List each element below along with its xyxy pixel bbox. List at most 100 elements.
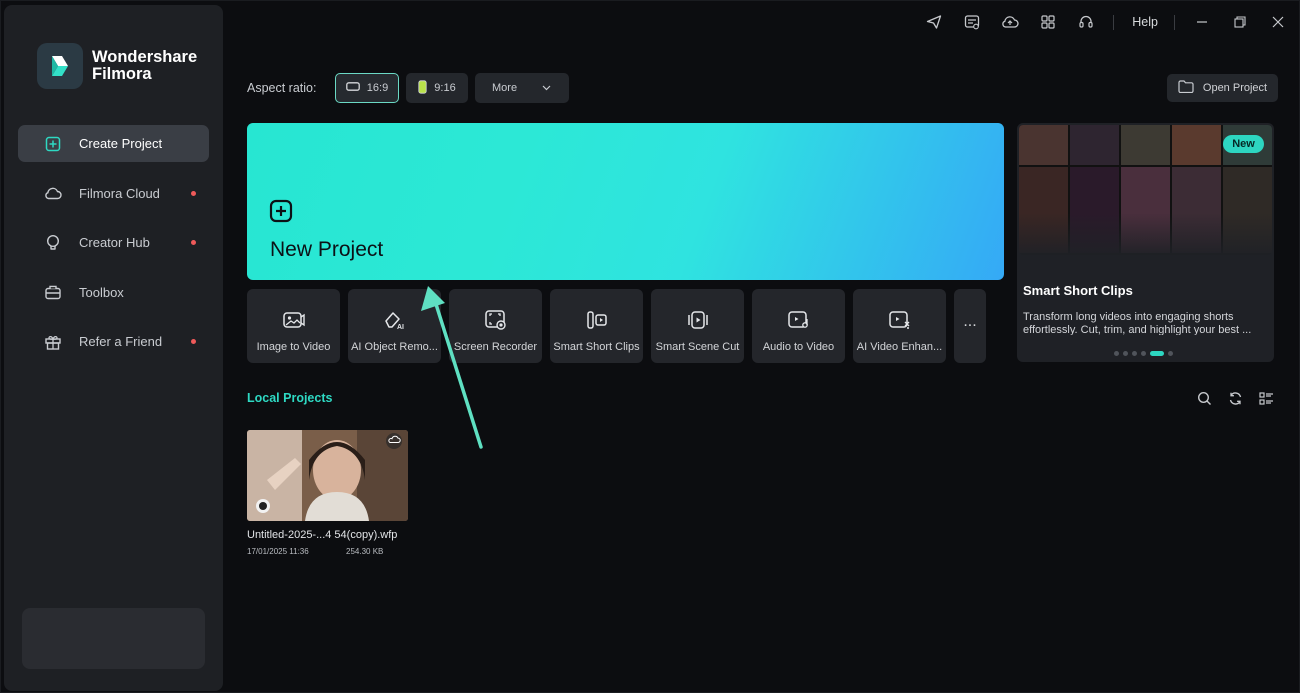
promo-title: Smart Short Clips [1023,283,1133,298]
carousel-dot[interactable] [1132,351,1137,356]
tool-image-to-video[interactable]: Image to Video [247,289,340,363]
promo-thumbnail [1172,125,1221,165]
app-name: Wondershare Filmora [92,49,197,83]
refresh-icon[interactable] [1227,390,1243,406]
carousel-dot[interactable] [1150,351,1164,356]
open-project-label: Open Project [1202,82,1268,94]
new-badge: New [1223,135,1264,153]
project-thumbnail[interactable] [247,430,408,521]
portrait-icon [418,79,427,97]
promo-thumbnail [1121,125,1170,165]
chevron-down-icon [542,82,551,94]
aspect-option-label: 16:9 [366,82,389,94]
sidebar-item-toolbox[interactable]: Toolbox [18,274,209,311]
tool-audio-to-video[interactable]: Audio to Video [752,289,845,363]
sidebar-item-label: Creator Hub [79,235,150,250]
project-thumbnail-image [247,430,408,521]
tool-label: AI Object Remo... [351,341,438,353]
local-projects-toolbar [1196,390,1274,406]
tool-ai-video-enhancer[interactable]: AI Video Enhan... [853,289,946,363]
scene-cut-icon [685,307,711,333]
aspect-option-label: 9:16 [434,82,456,94]
search-icon[interactable] [1196,390,1212,406]
lightbulb-icon [44,234,62,252]
promo-description: Transform long videos into engaging shor… [1023,311,1252,335]
screen-recorder-icon [483,307,509,333]
project-size: 254.30 KB [346,547,384,556]
tool-label: Smart Scene Cut [655,341,740,353]
short-clips-icon [584,307,610,333]
tool-label: AI Video Enhan... [856,341,943,353]
project-name: Untitled-2025-...4 54(copy).wfp [247,529,398,541]
tool-ai-object-remover[interactable]: AI AI Object Remo... [348,289,441,363]
tool-label: Screen Recorder [453,341,538,353]
open-project-button[interactable]: Open Project [1167,74,1278,102]
app-name-line1: Wondershare [92,48,198,66]
filmora-logo-icon [37,43,83,89]
subtitle-icon[interactable] [961,11,983,33]
tool-label: Audio to Video [762,341,835,353]
toolbar-divider [1174,14,1175,30]
carousel-dot[interactable] [1141,351,1146,356]
eraser-ai-icon: AI [382,307,408,333]
new-project-title: New Project [270,238,384,261]
list-view-icon[interactable] [1258,390,1274,406]
promo-thumbnail [1019,125,1068,165]
sidebar-item-label: Refer a Friend [79,334,163,349]
sidebar-nav: Create Project Filmora Cloud Creator Hub [18,125,209,373]
image-to-video-icon [281,307,307,333]
carousel-dot[interactable] [1114,351,1119,356]
title-bar-controls: Help [907,11,1289,33]
svg-text:AI: AI [397,324,404,331]
notification-dot [191,339,196,344]
new-project-button[interactable]: New Project [247,123,1004,280]
promo-thumbnail [1070,125,1119,165]
audio-to-video-icon [786,307,812,333]
sidebar-item-label: Toolbox [79,284,124,300]
aspect-more-dropdown[interactable]: More [475,73,569,103]
notification-dot [191,190,196,196]
sidebar-item-create-project[interactable]: Create Project [18,125,209,162]
tool-label: Image to Video [256,341,331,353]
sidebar-item-filmora-cloud[interactable]: Filmora Cloud [18,175,209,212]
promo-image-fade [1017,213,1274,273]
aspect-more-label: More [492,82,518,94]
tool-label: Smart Short Clips [553,341,640,353]
help-menu[interactable]: Help [1132,15,1158,29]
gift-icon [44,333,62,351]
video-enhancer-icon [887,307,913,333]
sidebar-item-refer-a-friend[interactable]: Refer a Friend [18,323,209,360]
more-tools-button[interactable]: ... [954,289,986,363]
sidebar-item-creator-hub[interactable]: Creator Hub [18,224,209,261]
aspect-16-9-button[interactable]: 16:9 [335,73,399,103]
project-date: 17/01/2025 11:36 [247,547,309,556]
sidebar-account-card[interactable] [22,608,205,669]
more-tools-label: ... [963,313,977,330]
restore-icon[interactable] [1229,11,1251,33]
sidebar-item-label: Create Project [79,136,163,151]
close-icon[interactable] [1267,11,1289,33]
cloud-upload-icon[interactable] [999,11,1021,33]
aspect-9-16-button[interactable]: 9:16 [406,73,468,103]
filmora-start-window: Wondershare Filmora Create Project Filmo… [0,0,1300,693]
folder-icon [1178,80,1194,96]
plus-square-icon [269,199,293,228]
toolbox-icon [44,283,62,301]
minimize-icon[interactable] [1191,11,1213,33]
tool-smart-short-clips[interactable]: Smart Short Clips [550,289,643,363]
app-name-line2: Filmora [92,65,152,83]
carousel-dot[interactable] [1168,351,1173,356]
sidebar: Wondershare Filmora Create Project Filmo… [4,5,223,691]
plus-square-icon [44,135,62,153]
sidebar-item-label: Filmora Cloud [79,185,160,201]
app-logo: Wondershare Filmora [37,43,197,89]
carousel-dot[interactable] [1123,351,1128,356]
cloud-icon [44,184,62,202]
tool-smart-scene-cut[interactable]: Smart Scene Cut [651,289,744,363]
notification-dot [191,240,196,245]
carousel-pagination [1114,351,1173,356]
send-icon[interactable] [923,11,945,33]
grid-icon[interactable] [1037,11,1059,33]
tool-screen-recorder[interactable]: Screen Recorder [449,289,542,363]
headset-icon[interactable] [1075,11,1097,33]
